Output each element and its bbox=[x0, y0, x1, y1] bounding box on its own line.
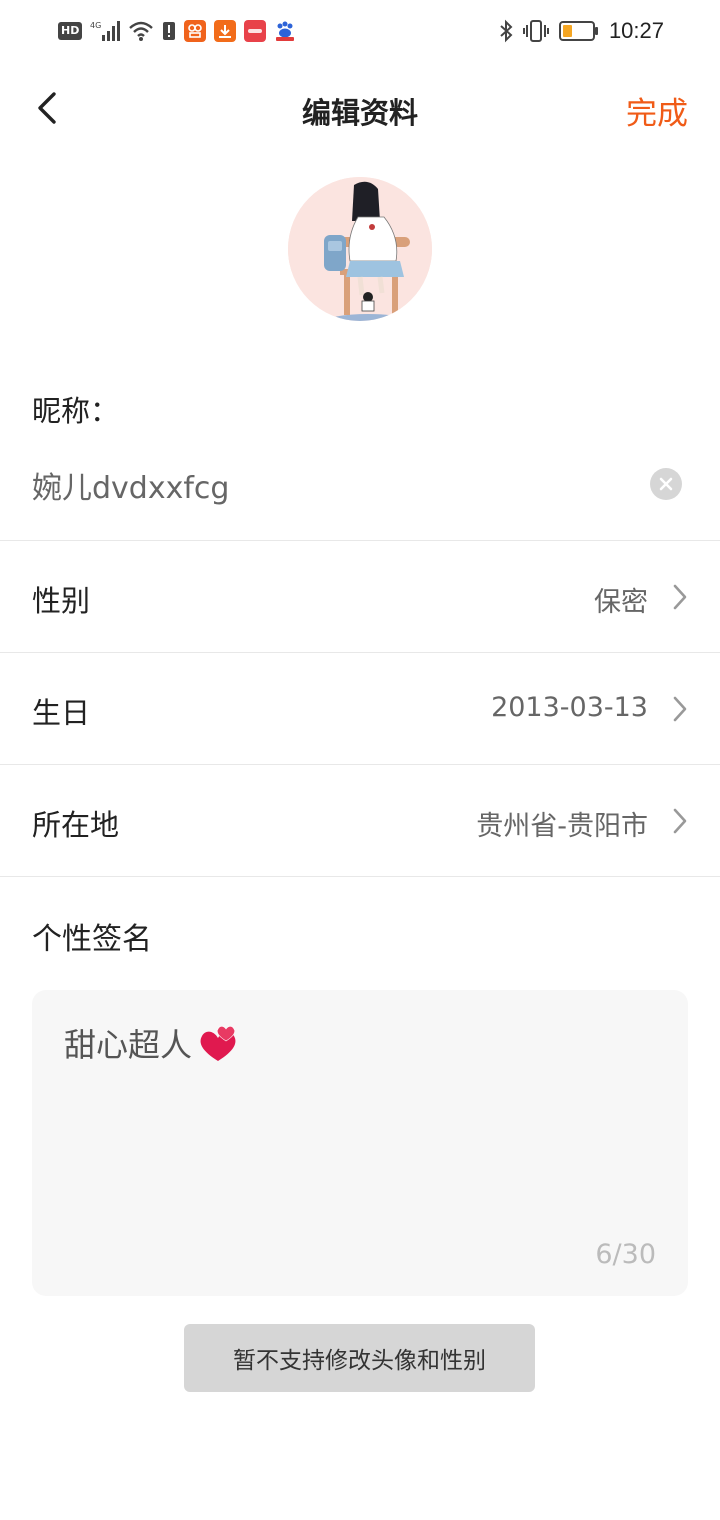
gender-label: 性别 bbox=[32, 584, 91, 618]
status-time: 10:27 bbox=[608, 18, 664, 43]
page-title: 编辑资料 bbox=[301, 96, 418, 130]
avatar[interactable] bbox=[288, 177, 432, 321]
nickname-input[interactable] bbox=[32, 462, 632, 508]
location-label: 所在地 bbox=[32, 808, 120, 842]
hd-badge: HD bbox=[58, 22, 83, 40]
nickname-label: 昵称： bbox=[32, 394, 120, 428]
divider bbox=[0, 652, 720, 653]
divider bbox=[0, 764, 720, 765]
chevron-right-icon bbox=[673, 808, 687, 834]
battery-icon bbox=[558, 21, 598, 41]
vibrate-icon bbox=[522, 20, 549, 42]
download-icon bbox=[214, 20, 237, 42]
location-row[interactable]: 所在地 贵州省-贵阳市 bbox=[0, 766, 720, 876]
divider bbox=[0, 540, 720, 541]
location-value: 贵州省-贵阳市 bbox=[476, 811, 648, 842]
bluetooth-icon bbox=[500, 19, 513, 43]
alert-icon bbox=[163, 22, 176, 40]
avatar-illustration bbox=[288, 177, 432, 321]
network-type: 4G bbox=[90, 21, 101, 30]
chevron-right-icon bbox=[673, 696, 687, 722]
app-icon-red bbox=[244, 20, 267, 42]
gender-row[interactable]: 性别 保密 bbox=[0, 542, 720, 652]
app-icon-orange bbox=[184, 20, 207, 42]
signature-counter: 6/30 bbox=[595, 1239, 656, 1270]
done-button[interactable]: 完成 bbox=[626, 88, 688, 133]
chevron-right-icon bbox=[673, 584, 687, 610]
clear-nickname-button[interactable] bbox=[650, 468, 682, 500]
birthday-value: 2013-03-13 bbox=[491, 692, 648, 723]
close-icon bbox=[659, 477, 673, 491]
signature-textarea[interactable]: 甜心超人 6/30 bbox=[32, 990, 688, 1296]
baidu-icon bbox=[276, 21, 295, 41]
two-hearts-icon bbox=[200, 1026, 236, 1061]
signature-label: 个性签名 bbox=[32, 922, 152, 957]
birthday-label: 生日 bbox=[32, 696, 91, 730]
status-bar-left: HD 4G bbox=[58, 18, 296, 44]
notice-toast: 暂不支持修改头像和性别 bbox=[184, 1324, 535, 1392]
signal-icon: 4G bbox=[90, 21, 121, 41]
top-nav-bar: 编辑资料 完成 bbox=[0, 62, 720, 154]
wifi-icon bbox=[129, 21, 154, 41]
signature-text: 甜心超人 bbox=[64, 1026, 193, 1064]
status-bar-right: 10:27 bbox=[499, 18, 664, 44]
gender-value: 保密 bbox=[594, 587, 648, 618]
signature-content: 甜心超人 bbox=[64, 1020, 238, 1066]
status-bar: HD 4G 10:27 bbox=[0, 0, 720, 62]
birthday-row[interactable]: 生日 2013-03-13 bbox=[0, 654, 720, 764]
divider bbox=[0, 876, 720, 877]
